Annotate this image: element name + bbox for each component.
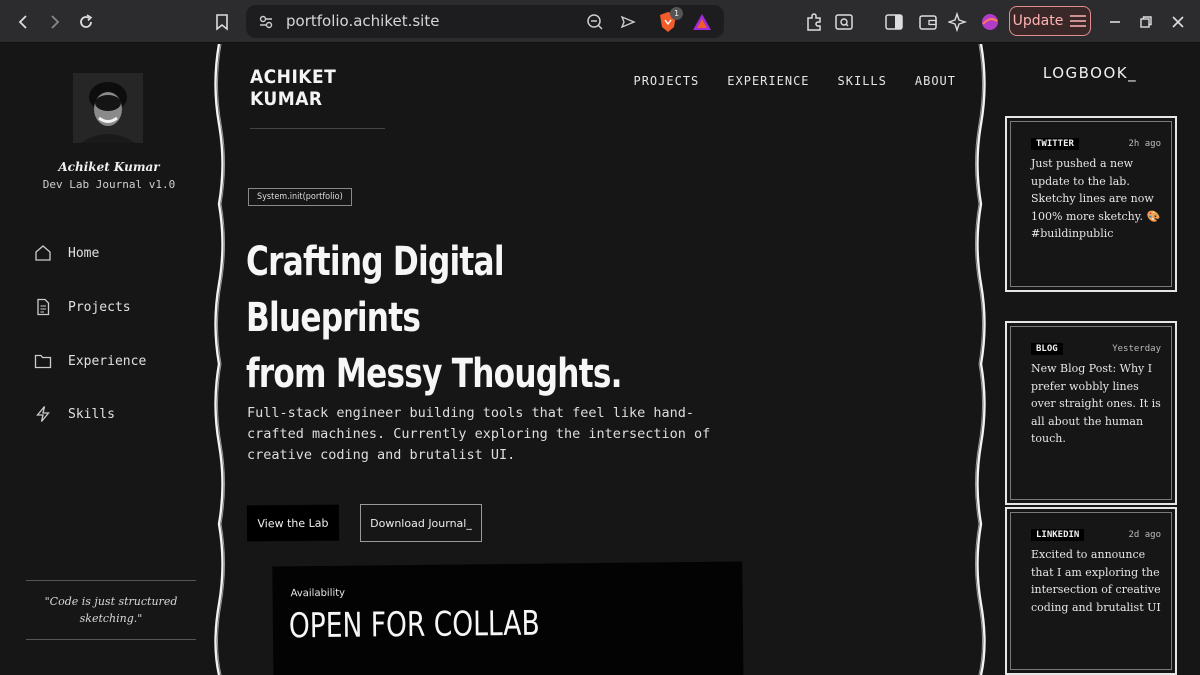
profile-avatar-icon: [982, 14, 998, 30]
reload-icon: [80, 14, 93, 28]
log-timestamp: 2h ago: [1128, 139, 1161, 149]
user-subtitle: Dev Lab Journal v1.0: [42, 178, 176, 191]
sidebar-item-home[interactable]: Home: [34, 241, 99, 265]
log-entry-text: New Blog Post: Why I prefer wobbly lines…: [1031, 362, 1161, 445]
view-lab-button[interactable]: View the Lab: [246, 504, 340, 542]
back-arrow-icon: [18, 15, 27, 29]
hero-description: Full-stack engineer building tools that …: [247, 405, 711, 463]
address-bar[interactable]: portfolio.achiket.site 1: [246, 5, 724, 38]
shields-count-badge: 1: [670, 7, 683, 20]
top-navigation: PROJECTS EXPERIENCE SKILLS ABOUT: [633, 74, 956, 88]
sidebar-item-label: Home: [68, 245, 100, 261]
system-tag: System.init(portfolio): [248, 188, 352, 206]
sidebar-toggle-button[interactable]: [880, 8, 908, 36]
update-button[interactable]: Update: [1009, 6, 1091, 36]
profile-button[interactable]: [976, 8, 1004, 36]
site-brand[interactable]: ACHIKET KUMAR: [250, 66, 385, 129]
bookmark-icon: [216, 14, 228, 31]
log-entry-twitter[interactable]: TWITTER 2h ago Just pushed a new update …: [1005, 116, 1177, 292]
nav-about[interactable]: ABOUT: [915, 74, 956, 88]
maximize-button[interactable]: [1132, 8, 1160, 36]
send-icon[interactable]: [620, 14, 636, 30]
log-entry-header: TWITTER 2h ago: [1031, 138, 1161, 150]
availability-label: Availability: [290, 587, 346, 600]
logbook-title: LOGBOOK_: [1042, 64, 1138, 82]
document-icon: [37, 298, 50, 316]
close-icon: [1172, 16, 1184, 28]
log-source-badge: BLOG: [1031, 343, 1063, 355]
browser-toolbar: portfolio.achiket.site 1 Update: [0, 0, 1200, 43]
avatar: [73, 73, 143, 143]
left-sidebar: Achiket Kumar Dev Lab Journal v1.0 Home …: [0, 44, 218, 675]
log-timestamp: 2d ago: [1128, 530, 1161, 540]
sidebar-item-label: Skills: [68, 406, 115, 422]
availability-card: Availability OPEN FOR COLLAB: [272, 561, 744, 675]
log-entry-text: Just pushed a new update to the lab. Ske…: [1031, 157, 1161, 240]
folder-icon: [34, 354, 52, 369]
main-content: ACHIKET KUMAR PROJECTS EXPERIENCE SKILLS…: [230, 44, 970, 675]
lightning-icon: [36, 406, 50, 422]
availability-title: OPEN FOR COLLAB: [288, 603, 540, 647]
log-entry-linkedin[interactable]: LINKEDIN 2d ago Excited to announce that…: [1005, 507, 1177, 675]
log-source-badge: LINKEDIN: [1031, 529, 1085, 541]
puzzle-icon: [807, 13, 821, 31]
search-page-icon: [835, 14, 853, 30]
site-info-icon[interactable]: [258, 14, 274, 30]
user-name: Achiket Kumar: [58, 160, 160, 174]
log-entry-header: BLOG Yesterday: [1031, 343, 1161, 355]
profile-photo-icon: [73, 73, 143, 143]
close-window-button[interactable]: [1164, 8, 1192, 36]
log-entry-blog[interactable]: BLOG Yesterday New Blog Post: Why I pref…: [1005, 321, 1177, 505]
sidebar-item-experience[interactable]: Experience: [34, 349, 146, 373]
sidebar-quote: "Code is just structured sketching.": [26, 580, 196, 640]
log-entry-header: LINKEDIN 2d ago: [1031, 529, 1161, 541]
log-source-badge: TWITTER: [1031, 138, 1079, 150]
sidebar-item-label: Experience: [68, 353, 147, 369]
reload-button[interactable]: [72, 8, 100, 36]
update-label: Update: [1012, 13, 1064, 29]
download-journal-button[interactable]: Download Journal_: [360, 504, 482, 542]
sketch-divider-left: [214, 44, 225, 675]
wallet-button[interactable]: [914, 8, 942, 36]
brave-rewards-icon[interactable]: [692, 13, 712, 31]
sidebar-item-label: Projects: [68, 299, 131, 315]
back-button[interactable]: [10, 8, 38, 36]
hero-title: Crafting Digital Blueprints from Messy T…: [246, 234, 683, 402]
forward-button[interactable]: [40, 8, 68, 36]
log-timestamp: Yesterday: [1112, 344, 1161, 354]
forward-arrow-icon: [51, 15, 60, 29]
hero-title-line-1: Crafting Digital Blueprints: [246, 239, 505, 341]
page-viewport: Achiket Kumar Dev Lab Journal v1.0 Home …: [0, 44, 1200, 675]
minimize-icon: [1110, 21, 1120, 23]
log-entry-text: Excited to announce that I am exploring …: [1031, 548, 1161, 614]
home-icon: [35, 245, 51, 261]
logbook-panel: LOGBOOK_ TWITTER 2h ago Just pushed a ne…: [985, 44, 1200, 675]
sidebar-icon: [885, 14, 903, 30]
menu-icon: [1070, 15, 1087, 27]
minimize-button[interactable]: [1101, 8, 1129, 36]
nav-projects[interactable]: PROJECTS: [633, 74, 699, 88]
search-panel-button[interactable]: [830, 8, 858, 36]
url-text: portfolio.achiket.site: [286, 12, 440, 30]
leo-ai-button[interactable]: [944, 8, 972, 36]
sidebar-item-skills[interactable]: Skills: [34, 402, 115, 426]
wallet-icon: [919, 15, 937, 30]
restore-icon: [1140, 16, 1152, 28]
nav-skills[interactable]: SKILLS: [838, 74, 887, 88]
sidebar-item-projects[interactable]: Projects: [34, 295, 131, 319]
zoom-icon[interactable]: [586, 13, 604, 31]
nav-experience[interactable]: EXPERIENCE: [727, 74, 809, 88]
extensions-button[interactable]: [800, 8, 828, 36]
hero-title-line-2: from Messy Thoughts.: [246, 351, 623, 397]
bookmark-button[interactable]: [208, 8, 236, 36]
sparkle-icon: [948, 12, 968, 32]
